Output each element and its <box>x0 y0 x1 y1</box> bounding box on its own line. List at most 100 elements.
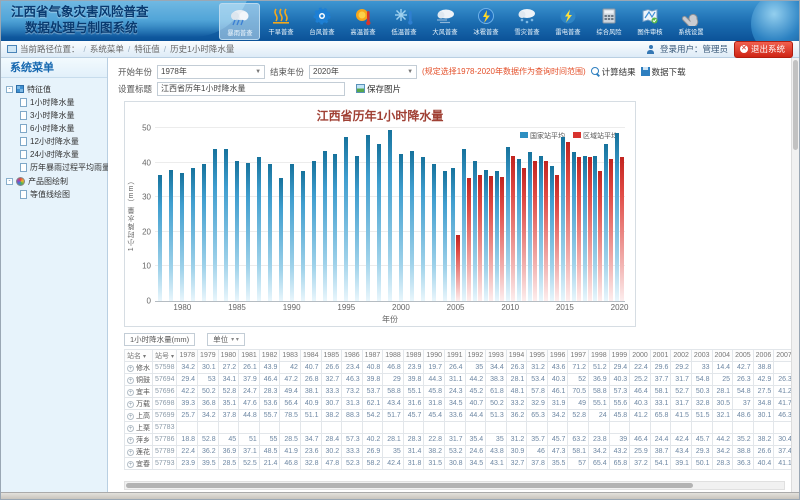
table-row[interactable]: +宜丰 5769642.250.252.824.728.349.438.133.… <box>125 386 792 398</box>
tree-leaf[interactable]: 6小时降水量 <box>20 122 105 135</box>
bar-national-2015[interactable] <box>561 137 565 301</box>
col-header-year[interactable]: 1998 <box>589 350 610 362</box>
bar-national-1996[interactable] <box>355 156 359 301</box>
col-header-year[interactable]: 1979 <box>198 350 219 362</box>
bar-regional-2018[interactable] <box>598 171 602 301</box>
bar-national-2004[interactable] <box>443 171 447 301</box>
tree-node-2[interactable]: - 产品图绘制 <box>6 174 105 188</box>
bar-regional-2015[interactable] <box>566 142 570 301</box>
bar-national-2018[interactable] <box>593 156 597 301</box>
toolbar-item-10[interactable]: 综合风险 <box>588 3 629 40</box>
bar-national-1993[interactable] <box>323 151 327 302</box>
bar-national-1978[interactable] <box>158 175 162 301</box>
bar-national-1998[interactable] <box>377 144 381 301</box>
bar-regional-2008[interactable] <box>489 176 493 301</box>
toolbar-item-9[interactable]: 雷电普查 <box>547 3 588 40</box>
tree-leaf[interactable]: 1小时降水量 <box>20 96 105 109</box>
col-header-year[interactable]: 1991 <box>444 350 465 362</box>
col-header-year[interactable]: 1997 <box>568 350 589 362</box>
hscroll-thumb[interactable] <box>126 483 693 488</box>
expand-row-icon[interactable]: + <box>127 365 134 372</box>
expand-row-icon[interactable]: + <box>127 437 134 444</box>
bar-national-1989[interactable] <box>279 178 283 301</box>
expand-row-icon[interactable]: + <box>127 389 134 396</box>
bar-national-2000[interactable] <box>399 154 403 301</box>
toolbar-item-3[interactable]: 台风普查 <box>301 3 342 40</box>
bar-regional-2009[interactable] <box>500 177 504 301</box>
bar-national-1980[interactable] <box>180 173 184 301</box>
bar-regional-2014[interactable] <box>555 175 559 301</box>
tree-leaf[interactable]: 12小时降水量 <box>20 135 105 148</box>
table-row[interactable]: +铜鼓 5769429.45334.137.946.447.226.832.74… <box>125 374 792 386</box>
col-header-year[interactable]: 1985 <box>321 350 342 362</box>
bar-regional-2020[interactable] <box>620 157 624 301</box>
bar-national-2011[interactable] <box>517 159 521 301</box>
bar-national-2020[interactable] <box>615 133 619 301</box>
unit-box[interactable]: 1小时降水量(mm) <box>124 333 195 346</box>
bar-regional-2016[interactable] <box>577 157 581 301</box>
bar-national-2006[interactable] <box>462 149 466 301</box>
col-header-year[interactable]: 1989 <box>403 350 424 362</box>
col-header-station[interactable]: 站名 ▾ <box>125 350 153 362</box>
table-row[interactable]: +宜春 5779323.939.528.552.521.446.832.847.… <box>125 458 792 470</box>
bar-regional-2005[interactable] <box>456 235 460 301</box>
bar-regional-2013[interactable] <box>544 161 548 301</box>
bar-national-2014[interactable] <box>550 166 554 301</box>
col-header-year[interactable]: 2002 <box>671 350 692 362</box>
col-header-year[interactable]: 2001 <box>650 350 671 362</box>
bar-national-2001[interactable] <box>410 151 414 302</box>
bar-national-1990[interactable] <box>290 164 294 301</box>
bar-national-1984[interactable] <box>224 149 228 301</box>
bar-national-1991[interactable] <box>301 171 305 301</box>
bar-national-1999[interactable] <box>388 130 392 301</box>
bar-national-1988[interactable] <box>268 164 272 301</box>
vscroll-thumb[interactable] <box>793 60 798 150</box>
breadcrumb-segment[interactable]: 特征值 <box>134 44 160 54</box>
logout-button[interactable]: ✕ 退出系统 <box>734 41 793 58</box>
table-row[interactable]: +上栗 57783 <box>125 422 792 434</box>
breadcrumb-segment[interactable]: 系统菜单 <box>90 44 124 54</box>
table-row[interactable]: +上高 5769925.734.237.844.855.778.551.138.… <box>125 410 792 422</box>
col-header-year[interactable]: 1995 <box>527 350 548 362</box>
bar-national-1994[interactable] <box>333 154 337 301</box>
col-header-year[interactable]: 1987 <box>362 350 383 362</box>
bar-regional-2011[interactable] <box>522 168 526 301</box>
toolbar-item-11[interactable]: 图件审核 <box>629 3 670 40</box>
col-header-year[interactable]: 1992 <box>465 350 486 362</box>
bar-national-1986[interactable] <box>246 163 250 301</box>
col-header-year[interactable]: 1983 <box>280 350 301 362</box>
toolbar-item-4[interactable]: 高温普查 <box>342 3 383 40</box>
tree-leaf[interactable]: 3小时降水量 <box>20 109 105 122</box>
bar-national-1992[interactable] <box>312 161 316 301</box>
bar-national-2002[interactable] <box>421 157 425 301</box>
col-header-year[interactable]: 1982 <box>259 350 280 362</box>
bar-national-2010[interactable] <box>506 147 510 301</box>
horizontal-scrollbar[interactable] <box>124 481 785 490</box>
col-header-year[interactable]: 1986 <box>342 350 363 362</box>
bar-national-1985[interactable] <box>235 161 239 301</box>
bar-national-2005[interactable] <box>451 168 455 301</box>
col-header-year[interactable]: 1978 <box>177 350 198 362</box>
table-row[interactable]: +修水 5759834.230.127.226.143.94240.726.62… <box>125 362 792 374</box>
expand-row-icon[interactable]: + <box>127 425 134 432</box>
col-header-year[interactable]: 1993 <box>486 350 507 362</box>
col-header-year[interactable]: 1984 <box>300 350 321 362</box>
table-row[interactable]: +萍乡 5778618.852.845515528.534.728.457.34… <box>125 434 792 446</box>
bar-regional-2006[interactable] <box>467 178 471 301</box>
bar-regional-2017[interactable] <box>588 157 592 301</box>
toolbar-item-1[interactable]: 暴雨普查 <box>219 3 260 40</box>
col-header-year[interactable]: 2007 <box>774 350 791 362</box>
tree-leaf[interactable]: 历年暴雨过程平均雨量 <box>20 161 105 174</box>
unit-filter-dropdown[interactable]: 单位 ▾ ▾ <box>207 333 245 346</box>
bar-regional-2007[interactable] <box>478 175 482 301</box>
expand-row-icon[interactable]: + <box>127 449 134 456</box>
chart-title-input[interactable] <box>157 82 345 96</box>
toolbar-item-2[interactable]: 干旱普查 <box>260 3 301 40</box>
bar-national-1995[interactable] <box>344 137 348 301</box>
bar-national-1997[interactable] <box>366 135 370 301</box>
bar-national-2016[interactable] <box>572 152 576 301</box>
col-header-year[interactable]: 1996 <box>547 350 568 362</box>
col-header-year[interactable]: 1980 <box>218 350 239 362</box>
col-header-year[interactable]: 1990 <box>424 350 445 362</box>
bar-regional-2012[interactable] <box>533 161 537 301</box>
